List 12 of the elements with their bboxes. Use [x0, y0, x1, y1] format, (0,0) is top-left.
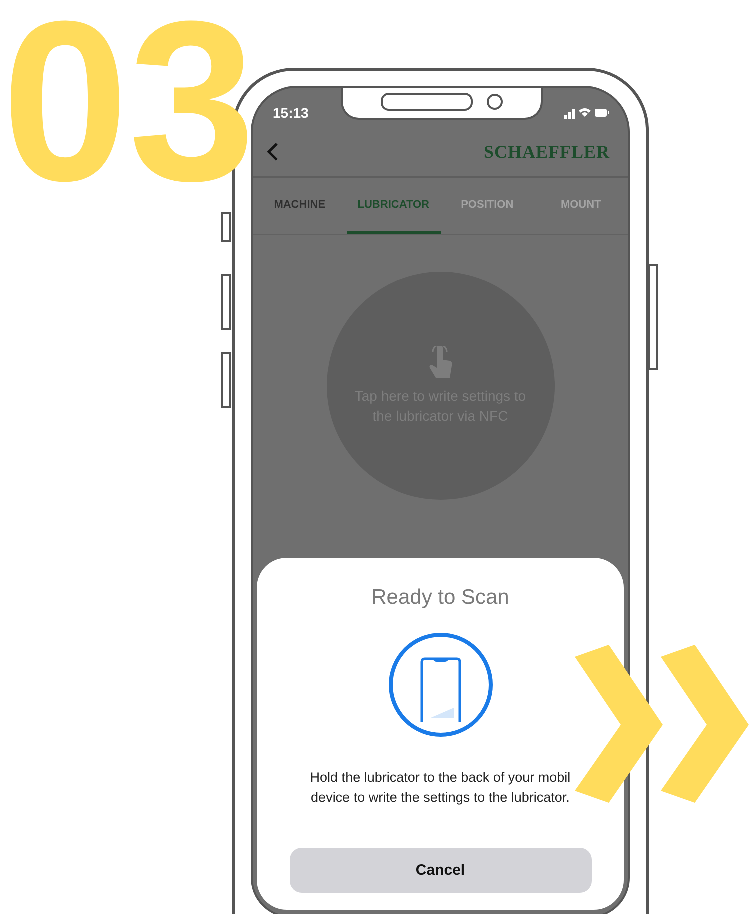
tab[interactable]: MACHINE — [253, 178, 347, 234]
tap-hand-icon — [428, 346, 454, 380]
step-number: 03 — [2, 16, 256, 190]
back-icon[interactable] — [267, 142, 279, 162]
status-icons — [564, 107, 610, 119]
sheet-message: Hold the lubricator to the back of your mobil device to write the settings to the lubricator. — [310, 769, 571, 807]
tab[interactable]: LUBRICATOR — [346, 178, 440, 234]
phone-scan-icon — [388, 632, 494, 738]
cancel-button[interactable]: Cancel — [290, 848, 592, 893]
brand-logo: SCHAEFFLER — [484, 142, 610, 162]
sheet-title: Ready to Scan — [372, 586, 510, 610]
status-time: 15:13 — [273, 105, 309, 121]
